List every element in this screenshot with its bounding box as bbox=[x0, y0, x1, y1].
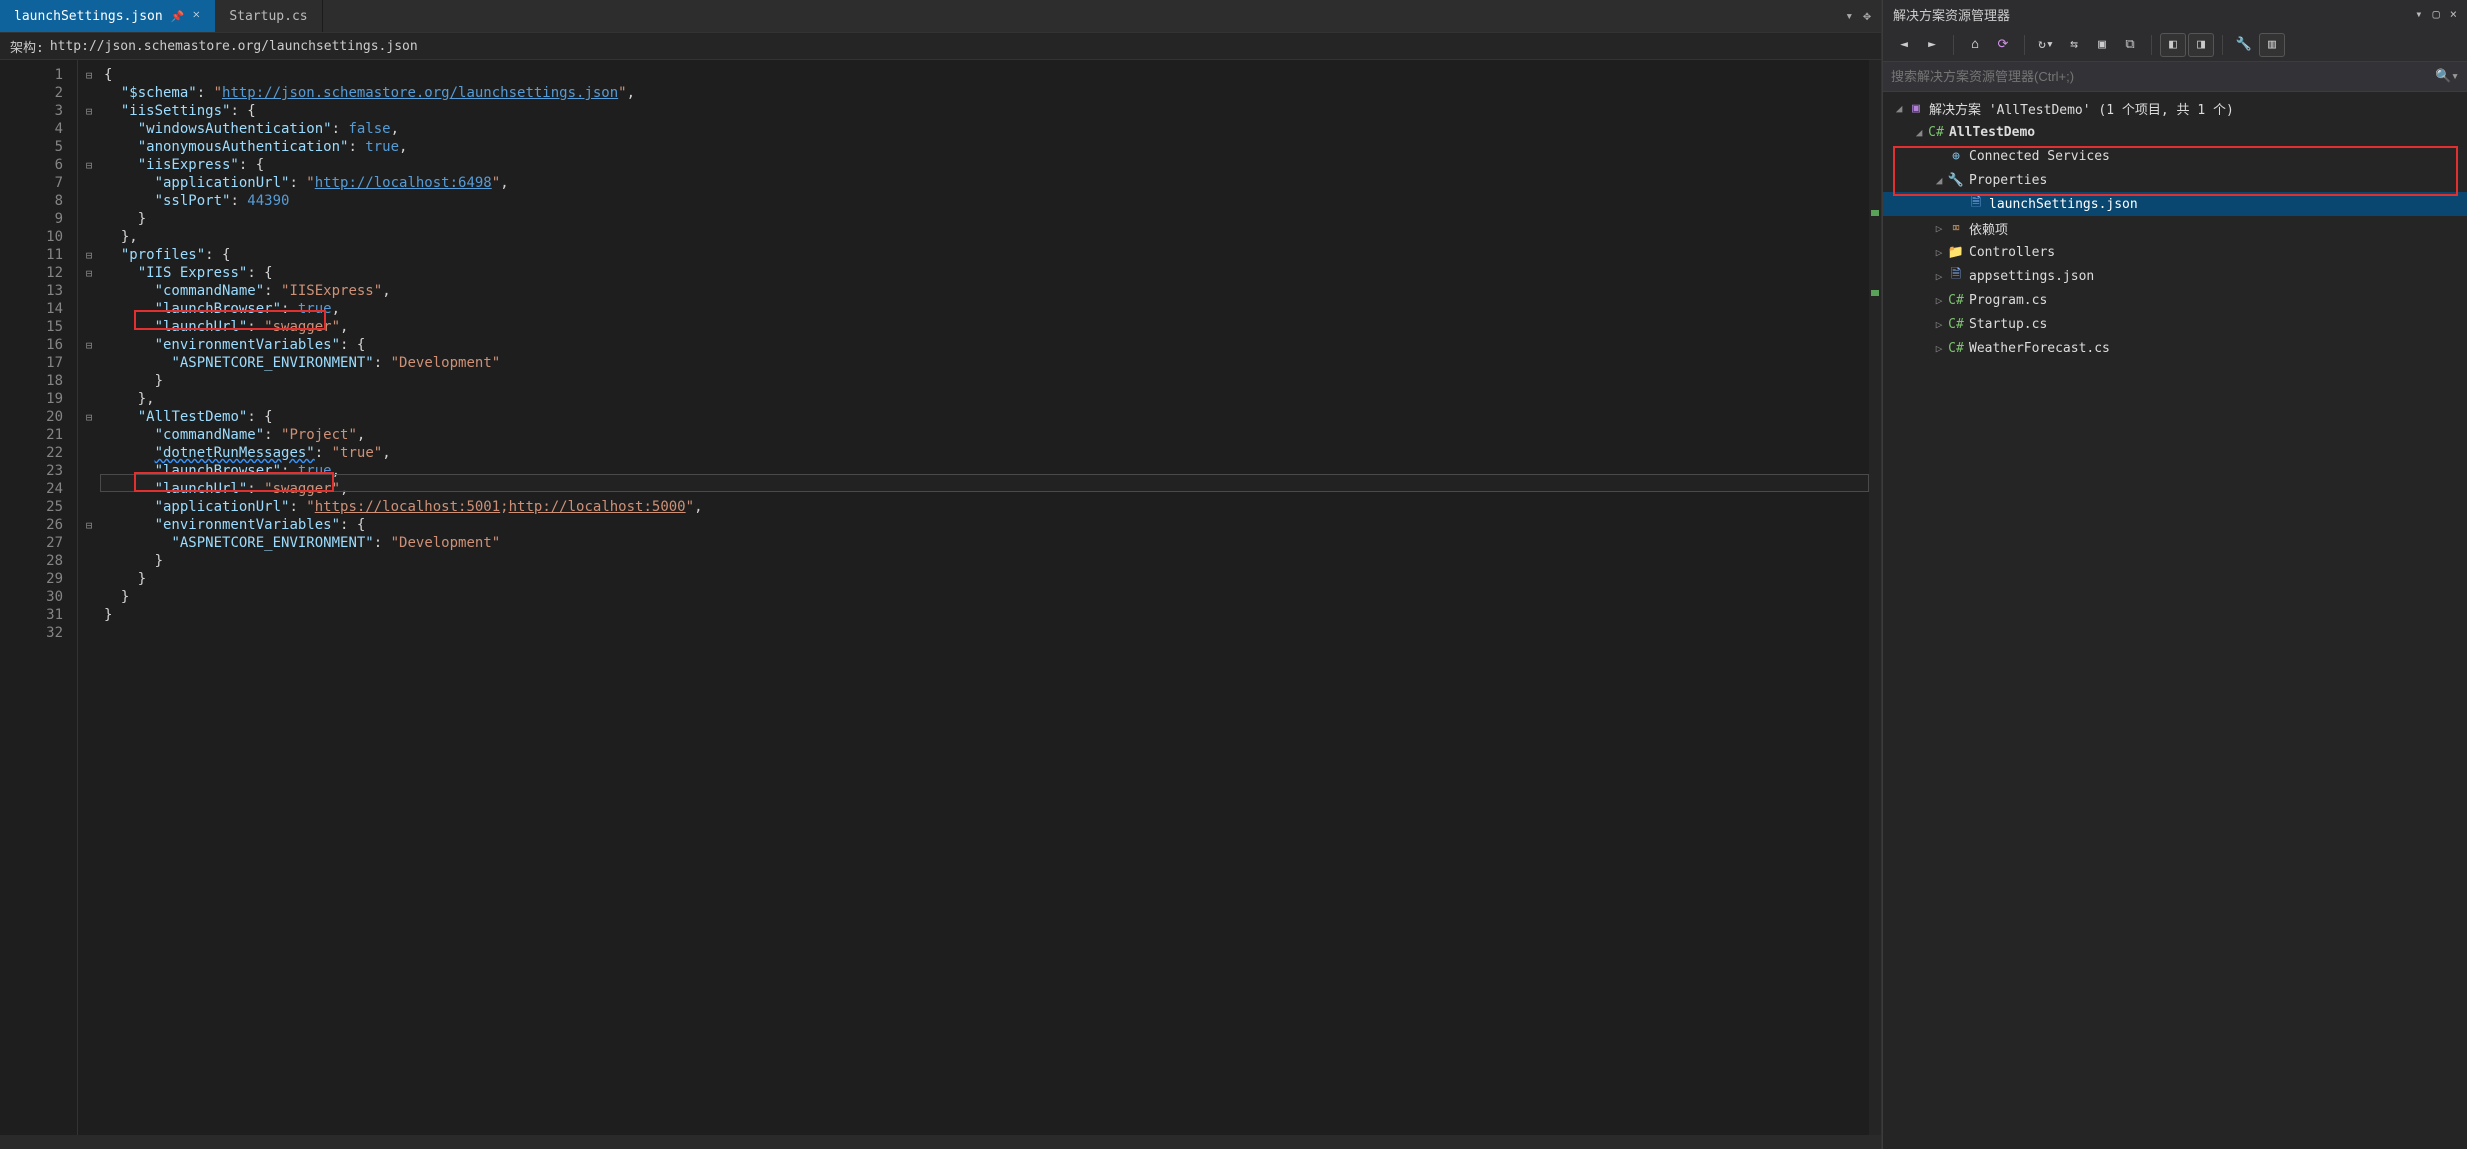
tree-dependencies[interactable]: ▷⌧ 依赖项 bbox=[1883, 216, 2467, 240]
preview-button[interactable]: ▥ bbox=[2259, 33, 2285, 57]
tab-label: launchSettings.json bbox=[14, 9, 163, 24]
url-link[interactable]: https://localhost:5001 bbox=[315, 499, 500, 515]
tree-weatherforecast[interactable]: ▷C# WeatherForecast.cs bbox=[1883, 336, 2467, 360]
panel-title-bar: 解决方案资源管理器 ▾ ▢ × bbox=[1883, 0, 2467, 28]
refresh-button[interactable]: ↻▾ bbox=[2033, 33, 2059, 57]
tree-connected-services[interactable]: ⊕ Connected Services bbox=[1883, 144, 2467, 168]
sync-button[interactable]: ⟳ bbox=[1990, 33, 2016, 57]
ruler-mark bbox=[1871, 290, 1879, 296]
tree-properties[interactable]: ◢🔧 Properties bbox=[1883, 168, 2467, 192]
view-toggle-2[interactable]: ◨ bbox=[2188, 33, 2214, 57]
properties-button[interactable]: 🔧 bbox=[2231, 33, 2257, 57]
schema-label: 架构: bbox=[10, 37, 44, 56]
ruler-mark bbox=[1871, 210, 1879, 216]
tab-label: Startup.cs bbox=[229, 9, 307, 24]
home-button[interactable]: ⌂ bbox=[1962, 33, 1988, 57]
solexp-search[interactable]: 🔍▾ bbox=[1883, 62, 2467, 92]
tab-settings-icon[interactable]: ✥ bbox=[1863, 9, 1871, 24]
close-icon[interactable]: × bbox=[192, 8, 200, 24]
view-toggle-1[interactable]: ◧ bbox=[2160, 33, 2186, 57]
current-line-highlight bbox=[100, 474, 1869, 492]
tree-solution[interactable]: ◢▣ 解决方案 'AllTestDemo' (1 个项目, 共 1 个) bbox=[1883, 96, 2467, 120]
horizontal-scrollbar[interactable] bbox=[0, 1135, 1881, 1149]
schema-bar: 架构: http://json.schemastore.org/launchse… bbox=[0, 32, 1881, 60]
editor-tabbar: launchSettings.json 📌 × Startup.cs ▾ ✥ bbox=[0, 0, 1881, 32]
search-icon[interactable]: 🔍▾ bbox=[2435, 69, 2459, 84]
search-input[interactable] bbox=[1891, 69, 2429, 84]
panel-title: 解决方案资源管理器 bbox=[1893, 5, 2010, 24]
copy-button[interactable]: ⧉ bbox=[2117, 33, 2143, 57]
url-link[interactable]: http://localhost:5000 bbox=[509, 499, 686, 515]
tree-startup[interactable]: ▷C# Startup.cs bbox=[1883, 312, 2467, 336]
dropdown-icon[interactable]: ▾ bbox=[2415, 7, 2422, 21]
schema-link[interactable]: http://json.schemastore.org/launchsettin… bbox=[222, 85, 618, 101]
tree-program[interactable]: ▷C# Program.cs bbox=[1883, 288, 2467, 312]
collapse-button[interactable]: ⇆ bbox=[2061, 33, 2087, 57]
tree-launchsettings[interactable]: 🗎 launchSettings.json bbox=[1883, 192, 2467, 216]
outline-gutter: ⊟⊟⊟ ⊟⊟ ⊟ ⊟ ⊟ bbox=[78, 60, 100, 1149]
tree-appsettings[interactable]: ▷🗎 appsettings.json bbox=[1883, 264, 2467, 288]
solution-explorer: 解决方案资源管理器 ▾ ▢ × ◄ ► ⌂ ⟳ ↻▾ ⇆ ▣ ⧉ ◧ ◨ 🔧 ▥ bbox=[1882, 0, 2467, 1149]
pin-icon[interactable]: ▢ bbox=[2433, 7, 2440, 21]
forward-button[interactable]: ► bbox=[1919, 33, 1945, 57]
line-number-gutter: 1 2 3 4 5 6 7 8 9 10 11 12 13 14 15 16 1… bbox=[0, 60, 78, 1149]
tree-controllers[interactable]: ▷📁 Controllers bbox=[1883, 240, 2467, 264]
editor-area: launchSettings.json 📌 × Startup.cs ▾ ✥ 架… bbox=[0, 0, 1882, 1149]
pin-icon[interactable]: 📌 bbox=[171, 10, 185, 23]
code-editor[interactable]: 1 2 3 4 5 6 7 8 9 10 11 12 13 14 15 16 1… bbox=[0, 60, 1881, 1149]
back-button[interactable]: ◄ bbox=[1891, 33, 1917, 57]
schema-url[interactable]: http://json.schemastore.org/launchsettin… bbox=[50, 39, 418, 54]
tab-startup[interactable]: Startup.cs bbox=[215, 0, 322, 32]
solexp-toolbar: ◄ ► ⌂ ⟳ ↻▾ ⇆ ▣ ⧉ ◧ ◨ 🔧 ▥ bbox=[1883, 28, 2467, 62]
tab-launchsettings[interactable]: launchSettings.json 📌 × bbox=[0, 0, 215, 32]
tab-dropdown-icon[interactable]: ▾ bbox=[1845, 9, 1853, 24]
tree-project[interactable]: ◢C# AllTestDemo bbox=[1883, 120, 2467, 144]
url-link[interactable]: http://localhost:6498 bbox=[315, 175, 492, 191]
solution-tree[interactable]: ◢▣ 解决方案 'AllTestDemo' (1 个项目, 共 1 个) ◢C#… bbox=[1883, 92, 2467, 1149]
code-content[interactable]: 💡{ "$schema": "http://json.schemastore.o… bbox=[100, 60, 1881, 1149]
overview-ruler[interactable] bbox=[1869, 60, 1881, 1149]
close-icon[interactable]: × bbox=[2450, 7, 2457, 21]
show-all-button[interactable]: ▣ bbox=[2089, 33, 2115, 57]
